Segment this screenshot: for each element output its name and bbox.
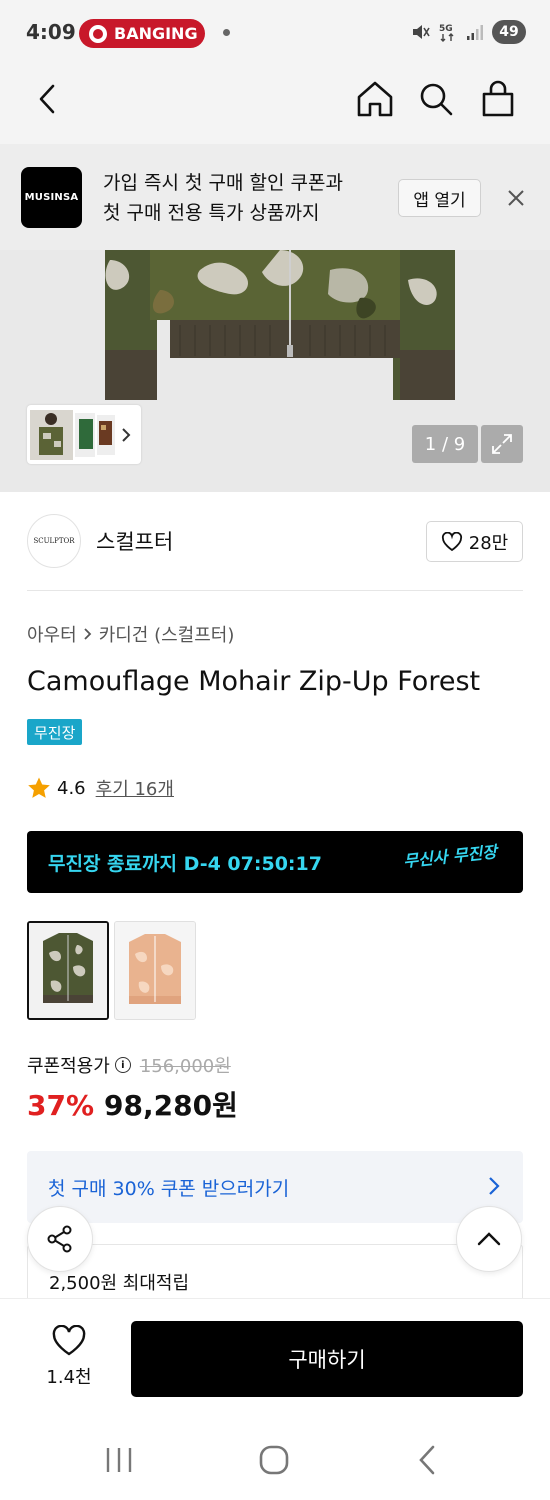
- close-icon: [508, 190, 524, 206]
- chevron-up-icon: [477, 1232, 501, 1246]
- heart-icon: [441, 531, 462, 551]
- search-icon: [420, 83, 453, 116]
- coupon-link-text: 첫 구매 30% 쿠폰 받으러가기: [48, 1178, 290, 1200]
- system-navigation-bar: [0, 1420, 550, 1500]
- open-app-button[interactable]: 앱 열기: [398, 179, 481, 217]
- product-title: Camouflage Mohair Zip-Up Forest: [27, 666, 481, 697]
- home-icon: [357, 81, 393, 117]
- home-nav-icon[interactable]: [258, 1444, 290, 1476]
- banner-message: 가입 즉시 첫 구매 할인 쿠폰과 첫 구매 전용 특가 상품까지: [103, 168, 383, 228]
- brand-name[interactable]: 스컬프터: [96, 526, 173, 556]
- banner-close-button[interactable]: [502, 184, 530, 212]
- notification-pill-label: BANGING: [114, 24, 198, 43]
- swatch-orange-image: [115, 922, 195, 1019]
- mujinjang-badge: 무진장: [27, 719, 83, 745]
- final-price: 98,280원: [104, 1089, 238, 1122]
- color-swatch-forest[interactable]: [27, 921, 109, 1020]
- sale-timer-banner[interactable]: 무진장 종료까지 D-4 07:50:17 무신사 무진장: [27, 831, 523, 893]
- record-icon: [89, 24, 107, 43]
- back-button[interactable]: [26, 77, 70, 121]
- musinsa-logo: MUSINSA: [21, 167, 82, 228]
- back-nav-icon[interactable]: [416, 1444, 438, 1476]
- svg-text:5G: 5G: [439, 24, 453, 34]
- expand-image-button[interactable]: [481, 425, 523, 463]
- network-5g-icon: 5G: [439, 24, 454, 42]
- brand-like-count: 28만: [468, 532, 509, 554]
- status-icons: 5G 49: [410, 20, 526, 44]
- home-button[interactable]: [353, 77, 397, 121]
- recording-notification-pill[interactable]: BANGING: [79, 19, 205, 48]
- brand-logo[interactable]: SCULPTOR: [27, 514, 81, 568]
- coupon-price-label: 쿠폰적용가 i 156,000원: [27, 1052, 231, 1078]
- coupon-price-text: 쿠폰적용가: [27, 1056, 110, 1077]
- info-icon[interactable]: i: [114, 1057, 131, 1073]
- share-button[interactable]: [27, 1206, 93, 1272]
- back-icon: [39, 84, 55, 114]
- discount-rate: 37%: [27, 1089, 95, 1122]
- breadcrumb: 아우터 카디건 (스컬프터): [27, 621, 234, 647]
- sale-timer-text: 무진장 종료까지 D-4 07:50:17: [48, 853, 322, 875]
- search-button[interactable]: [414, 77, 458, 121]
- battery-icon: 49: [492, 20, 526, 44]
- signal-icon: [467, 25, 483, 40]
- chevron-right-icon: [122, 428, 131, 442]
- notification-dot: [223, 29, 230, 36]
- breadcrumb-outer[interactable]: 아우터: [27, 621, 77, 647]
- color-swatch-orange[interactable]: [114, 921, 196, 1020]
- scroll-to-top-button[interactable]: [456, 1206, 522, 1272]
- banner-line-1: 가입 즉시 첫 구매 할인 쿠폰과: [103, 172, 343, 194]
- status-bar: 4:09 BANGING 5G 49: [0, 0, 550, 66]
- swatch-forest-image: [29, 923, 107, 1018]
- star-icon: [28, 777, 50, 798]
- brand-like-button[interactable]: 28만: [426, 521, 523, 562]
- expand-icon: [492, 434, 512, 454]
- wishlist-count: 1.4천: [46, 1367, 92, 1388]
- mute-icon: [413, 25, 430, 39]
- original-price: 156,000원: [139, 1056, 231, 1077]
- buy-button[interactable]: 구매하기: [131, 1321, 523, 1397]
- first-purchase-coupon-link[interactable]: 첫 구매 30% 쿠폰 받으러가기: [27, 1151, 523, 1223]
- image-page-indicator: 1 / 9: [412, 425, 478, 463]
- max-points-text: 2,500원 최대적립: [49, 1273, 190, 1294]
- bag-icon: [482, 80, 514, 117]
- mujinjang-logo: 무신사 무진장: [402, 842, 498, 871]
- rating-value: 4.6: [57, 777, 86, 799]
- product-rating: 4.6 후기 16개: [27, 775, 174, 801]
- banner-line-2: 첫 구매 전용 특가 상품까지: [103, 202, 320, 224]
- top-navigation: [0, 66, 550, 144]
- divider: [27, 590, 523, 591]
- status-time: 4:09: [26, 20, 76, 44]
- breadcrumb-cardigan[interactable]: 카디건 (스컬프터): [99, 621, 235, 647]
- price-row: 37% 98,280원: [27, 1084, 238, 1124]
- cart-button[interactable]: [476, 77, 520, 121]
- recent-apps-icon[interactable]: [104, 1446, 134, 1474]
- share-icon: [47, 1225, 72, 1253]
- chevron-right-icon: [489, 1177, 500, 1195]
- chevron-right-icon: [84, 628, 91, 640]
- wishlist-button[interactable]: 1.4천: [36, 1325, 102, 1389]
- image-thumbnail-strip[interactable]: [27, 405, 141, 464]
- review-count-link[interactable]: 후기 16개: [96, 775, 174, 801]
- heart-icon: [52, 1325, 86, 1356]
- app-install-banner: MUSINSA 가입 즉시 첫 구매 할인 쿠폰과 첫 구매 전용 특가 상품까…: [0, 144, 550, 250]
